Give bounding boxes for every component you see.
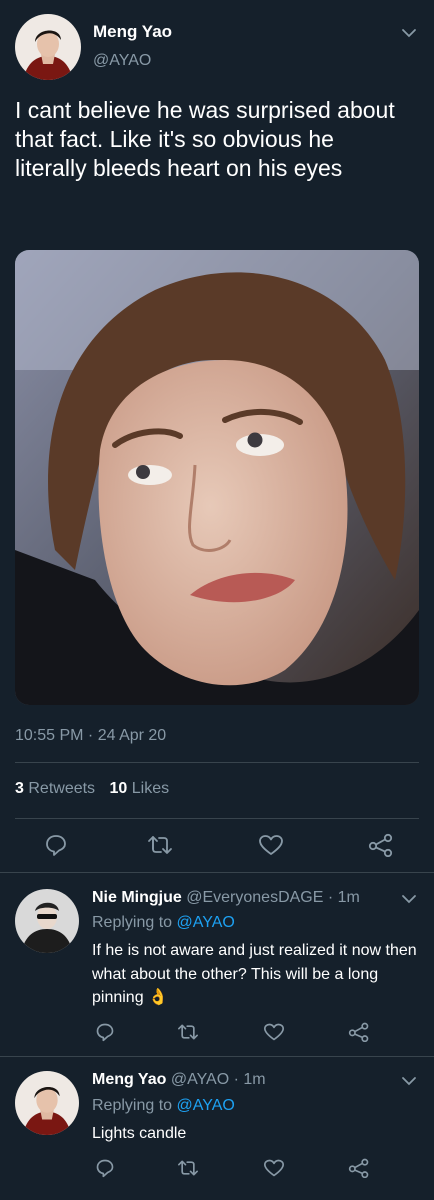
reply-header: Meng Yao @AYAO · 1m bbox=[92, 1071, 266, 1089]
share-icon bbox=[348, 1022, 369, 1042]
more-button[interactable] bbox=[400, 892, 418, 906]
chevron-down-icon bbox=[402, 1077, 416, 1086]
likes-link[interactable]: 10 Likes bbox=[110, 780, 170, 797]
divider bbox=[15, 818, 419, 819]
reply-icon bbox=[46, 835, 66, 856]
replying-to-handle[interactable]: @AYAO bbox=[177, 1097, 235, 1114]
reply-time[interactable]: · 1m bbox=[328, 889, 360, 906]
reply-button[interactable] bbox=[44, 833, 68, 857]
author-name[interactable]: Meng Yao bbox=[93, 22, 172, 42]
reply-button[interactable] bbox=[95, 1158, 115, 1178]
replying-to: Replying to @AYAO bbox=[92, 914, 235, 932]
retweet-icon bbox=[177, 1160, 198, 1176]
reply-text: If he is not aware and just realized it … bbox=[92, 942, 417, 1006]
avatar[interactable] bbox=[15, 14, 81, 80]
tweet-text: I cant believe he was surprised about th… bbox=[15, 97, 395, 181]
retweets-link[interactable]: 3 Retweets bbox=[15, 780, 100, 797]
share-button[interactable] bbox=[348, 1022, 370, 1042]
retweets-label: Retweets bbox=[28, 780, 96, 797]
share-button[interactable] bbox=[368, 833, 394, 857]
divider bbox=[15, 762, 419, 763]
like-button[interactable] bbox=[258, 833, 284, 857]
reply-button[interactable] bbox=[95, 1022, 115, 1042]
avatar[interactable] bbox=[15, 889, 79, 953]
author-handle[interactable]: @AYAO bbox=[93, 52, 151, 70]
retweet-icon bbox=[148, 836, 172, 854]
tweet-stats: 3 Retweets 10 Likes bbox=[15, 780, 169, 798]
reply-icon bbox=[96, 1159, 114, 1178]
retweet-icon bbox=[177, 1024, 198, 1040]
replying-prefix: Replying to bbox=[92, 1097, 173, 1114]
retweet-button[interactable] bbox=[177, 1158, 199, 1178]
author-name[interactable]: Meng Yao bbox=[92, 1071, 166, 1088]
more-button[interactable] bbox=[400, 1074, 418, 1088]
retweet-button[interactable] bbox=[177, 1022, 199, 1042]
like-button[interactable] bbox=[263, 1158, 285, 1178]
replying-prefix: Replying to bbox=[92, 914, 173, 931]
likes-count: 10 bbox=[109, 780, 128, 797]
heart-icon bbox=[264, 1159, 284, 1177]
replying-to: Replying to @AYAO bbox=[92, 1097, 235, 1115]
replying-to-handle[interactable]: @AYAO bbox=[177, 914, 235, 931]
chevron-down-icon bbox=[402, 895, 416, 904]
author-handle[interactable]: @AYAO bbox=[171, 1071, 229, 1088]
divider bbox=[0, 872, 434, 873]
heart-icon bbox=[259, 835, 283, 855]
share-button[interactable] bbox=[348, 1158, 370, 1178]
share-icon bbox=[368, 833, 393, 857]
tweet-media-image[interactable] bbox=[15, 250, 419, 705]
divider bbox=[0, 1056, 434, 1057]
heart-icon bbox=[264, 1023, 284, 1041]
reply-text: Lights candle bbox=[92, 1125, 187, 1142]
likes-label: Likes bbox=[131, 780, 170, 797]
reply-header: Nie Mingjue @EveryonesDAGE · 1m bbox=[92, 889, 360, 907]
ok-hand-emoji: 👌 bbox=[148, 989, 168, 1006]
share-icon bbox=[348, 1158, 369, 1178]
reply-text-block: If he is not aware and just realized it … bbox=[92, 939, 422, 1010]
more-button[interactable] bbox=[400, 26, 418, 40]
author-handle[interactable]: @EveryonesDAGE bbox=[186, 889, 323, 906]
reply-icon bbox=[96, 1023, 114, 1042]
tweet-timestamp[interactable]: 10:55 PM · 24 Apr 20 bbox=[15, 727, 166, 745]
retweet-button[interactable] bbox=[147, 833, 173, 857]
like-button[interactable] bbox=[263, 1022, 285, 1042]
avatar[interactable] bbox=[15, 1071, 79, 1135]
author-name[interactable]: Nie Mingjue bbox=[92, 889, 182, 906]
reply-time[interactable]: · 1m bbox=[234, 1071, 266, 1088]
chevron-down-icon bbox=[402, 29, 416, 38]
retweets-count: 3 bbox=[15, 780, 24, 797]
